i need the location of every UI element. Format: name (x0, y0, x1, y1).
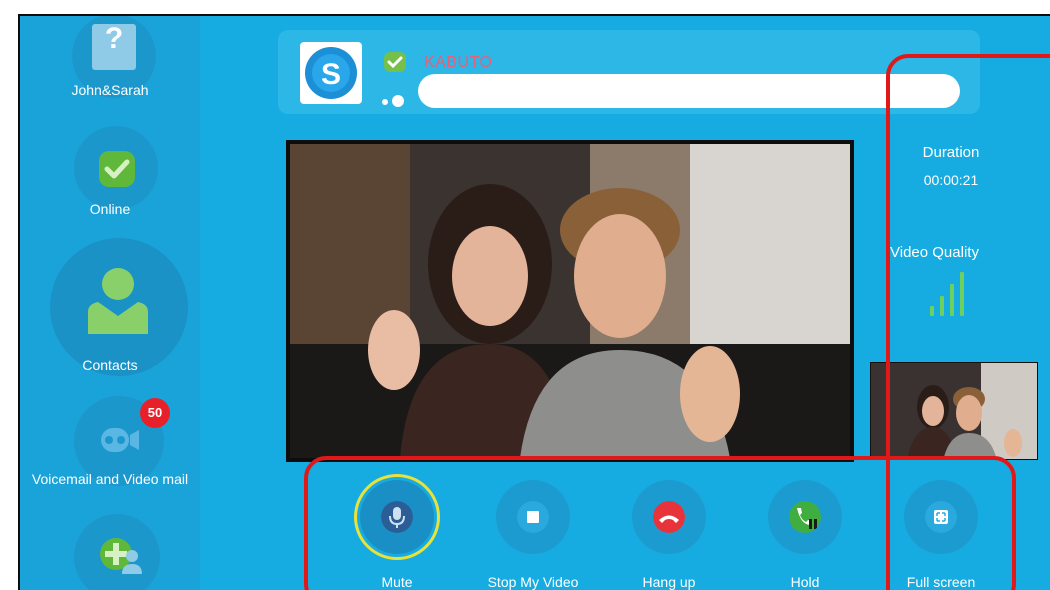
mute-button[interactable]: Mute (332, 468, 462, 590)
hang-up-icon (653, 501, 685, 533)
contact-name: KABUTO (424, 54, 493, 71)
skype-tv-screen: ? John&Sarah Online Contacts Voicemail a… (18, 14, 1050, 590)
sidebar-item-label: Online (89, 201, 131, 217)
online-status-icon (384, 52, 406, 72)
hang-up-button[interactable]: Hang up (604, 468, 734, 590)
control-label: Hold (790, 574, 820, 590)
microphone-icon (381, 501, 413, 533)
avatar-glyph: ? (104, 22, 124, 55)
sidebar-item-online[interactable]: Online (20, 126, 200, 226)
video-quality-signal-icon (930, 270, 970, 316)
control-label: Stop My Video (487, 574, 579, 590)
control-circle (360, 480, 434, 554)
user-placeholder-icon: ? (92, 24, 136, 70)
sidebar-item-john-sarah[interactable]: ? John&Sarah (20, 16, 200, 112)
signal-bar (950, 284, 954, 316)
sidebar-item-label: Voicemail and Video mail (31, 471, 189, 487)
typing-dot (382, 99, 388, 105)
duration-label: Duration (922, 144, 980, 161)
control-circle (768, 480, 842, 554)
sidebar-item-contacts[interactable]: Contacts (20, 238, 200, 378)
control-label: Hang up (642, 574, 696, 590)
control-label: Mute (381, 574, 413, 590)
contacts-person-icon (88, 268, 148, 334)
video-call-participants-image (290, 144, 850, 458)
remote-video-feed (286, 140, 854, 462)
skype-logo: S (300, 42, 362, 104)
voicemail-count-badge: 50 (140, 398, 170, 428)
video-quality-label: Video Quality (890, 244, 979, 261)
hold-icon (789, 501, 821, 533)
stop-video-icon (517, 501, 549, 533)
control-circle (632, 480, 706, 554)
signal-bar (940, 296, 944, 316)
chat-message-input[interactable] (418, 74, 960, 108)
control-label: Full screen (906, 574, 976, 590)
full-screen-icon (925, 501, 957, 533)
self-video-image (871, 363, 1037, 459)
duration-value: 00:00:21 (923, 172, 979, 188)
sidebar-item-add-contact[interactable] (20, 514, 200, 590)
signal-bar (960, 272, 964, 316)
typing-dot (392, 95, 404, 107)
sidebar: ? John&Sarah Online Contacts Voicemail a… (20, 16, 200, 590)
hold-button[interactable]: Hold (740, 468, 870, 590)
sidebar-item-label: Contacts (82, 357, 138, 373)
status-check-icon (99, 151, 135, 187)
stop-my-video-button[interactable]: Stop My Video (468, 468, 598, 590)
sidebar-item-voicemail[interactable]: Voicemail and Video mail (20, 396, 200, 506)
voicemail-icon (101, 428, 139, 452)
call-header-bar: S KABUTO (278, 30, 980, 114)
add-contact-icon (100, 538, 142, 574)
full-screen-button[interactable]: Full screen (876, 468, 1006, 590)
skype-logo-letter: S (321, 58, 341, 91)
sidebar-item-label: John&Sarah (71, 82, 149, 98)
self-video-preview (870, 362, 1038, 460)
signal-bar (930, 306, 934, 316)
control-circle (496, 480, 570, 554)
skype-logo-icon: S (305, 47, 357, 99)
control-circle (904, 480, 978, 554)
